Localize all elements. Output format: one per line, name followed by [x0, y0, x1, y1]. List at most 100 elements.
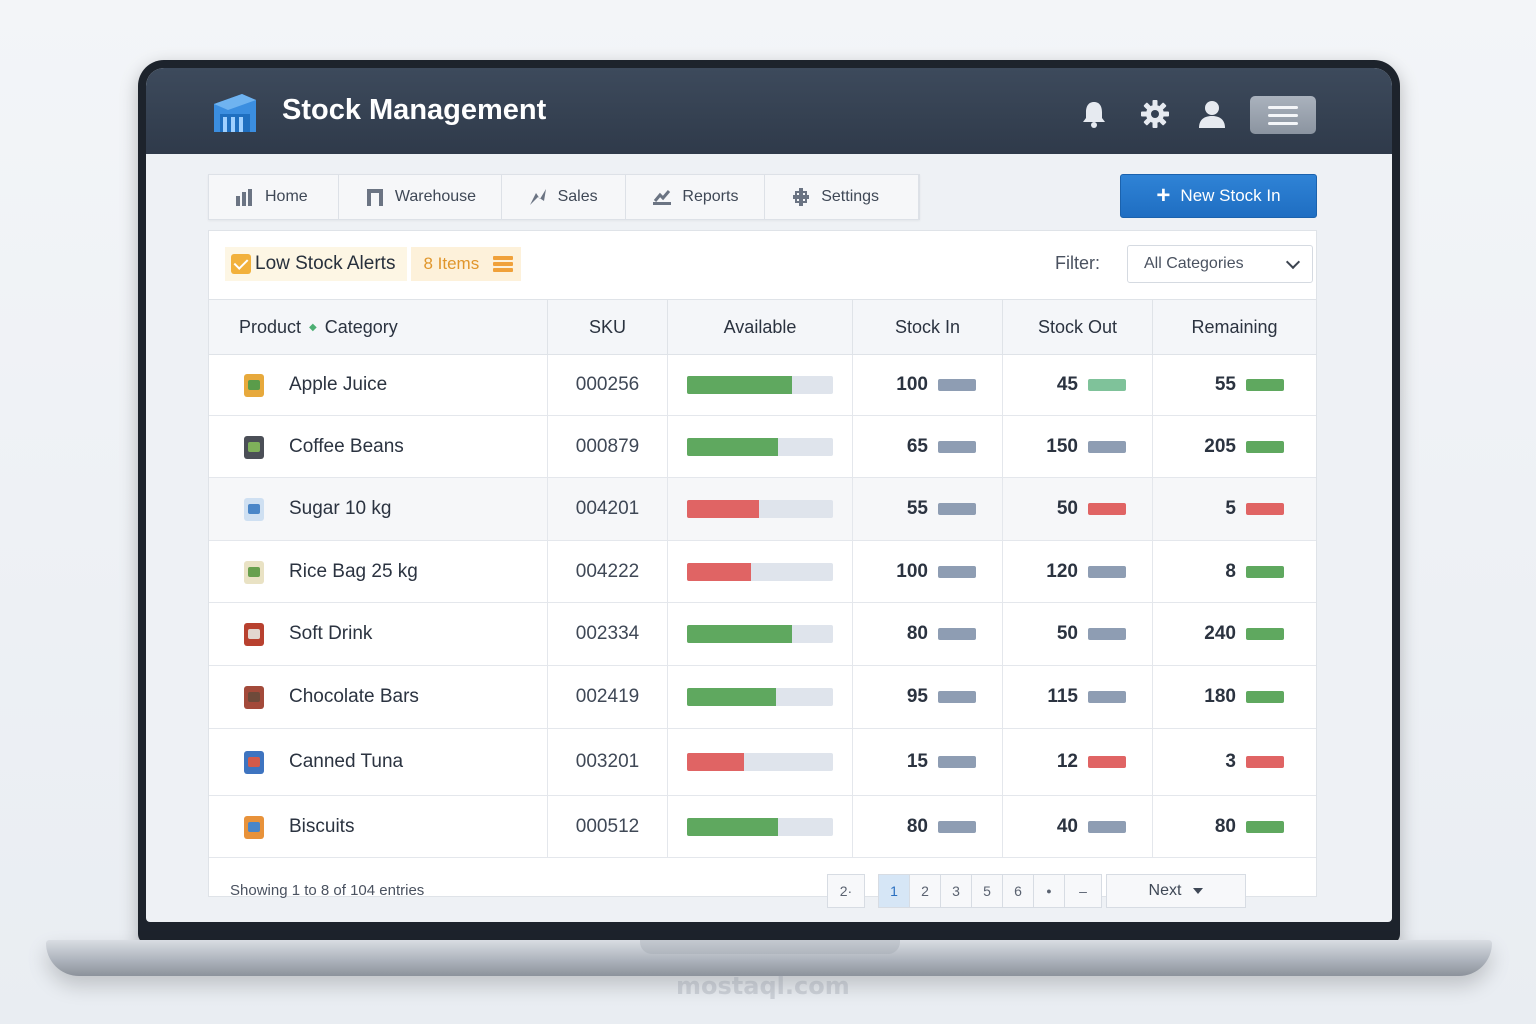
table-row[interactable]: Coffee Beans 000879 65 150 205: [209, 416, 1316, 478]
stock-in-value: 65: [906, 435, 928, 457]
cell-product: Rice Bag 25 kg: [209, 541, 548, 602]
alert-count-badge[interactable]: 8 Items: [411, 247, 522, 281]
cell-stock-out: 120: [1003, 541, 1153, 602]
first-page-button[interactable]: 2·: [827, 874, 865, 908]
cell-sku: 003201: [548, 729, 668, 795]
table-row[interactable]: Soft Drink 002334 80 50 240: [209, 603, 1316, 666]
table-row[interactable]: Biscuits 000512 80 40 80: [209, 796, 1316, 858]
cell-sku: 002334: [548, 603, 668, 665]
stack-icon: [493, 256, 514, 272]
low-stock-alert-label[interactable]: Low Stock Alerts: [225, 247, 408, 281]
menu-icon[interactable]: [1250, 96, 1316, 134]
remaining-value: 3: [1225, 751, 1236, 772]
stock-in-value: 15: [906, 751, 928, 772]
cell-stock-in: 80: [853, 796, 1003, 857]
cell-stock-in: 95: [853, 666, 1003, 728]
user-icon[interactable]: [1196, 98, 1228, 130]
page-button[interactable]: 5: [971, 874, 1003, 908]
remaining-value: 80: [1214, 815, 1236, 837]
stock-out-indicator: [1088, 440, 1126, 453]
page-button[interactable]: 1: [878, 874, 910, 908]
new-stock-in-button[interactable]: + New Stock In: [1120, 174, 1317, 218]
product-name: Canned Tuna: [289, 751, 404, 772]
cell-stock-out: 45: [1003, 355, 1153, 415]
nav-label: Reports: [682, 188, 739, 205]
stock-out-value: 45: [1056, 374, 1078, 395]
page-button[interactable]: 3: [940, 874, 972, 908]
cell-available: [668, 541, 853, 602]
cell-sku: 000512: [548, 796, 668, 857]
new-stock-in-label: New Stock In: [1180, 186, 1281, 205]
cell-sku: 002419: [548, 666, 668, 728]
app-title: Stock Management: [282, 94, 547, 126]
page-button[interactable]: 6: [1002, 874, 1034, 908]
gear-icon[interactable]: [1139, 98, 1171, 130]
page-button[interactable]: 2: [909, 874, 941, 908]
low-stock-alerts[interactable]: Low Stock Alerts 8 Items: [225, 247, 522, 281]
available-bar-fill: [687, 625, 793, 643]
plus-icon: +: [1156, 182, 1171, 209]
table-row[interactable]: Chocolate Bars 002419 95 115 180: [209, 666, 1316, 729]
cell-stock-out: 40: [1003, 796, 1153, 857]
cell-product: Sugar 10 kg: [209, 478, 548, 540]
next-label: Next: [1148, 882, 1182, 899]
stock-out-indicator: [1088, 691, 1126, 703]
stock-out-value: 12: [1056, 751, 1078, 772]
cell-sku: 004222: [548, 541, 668, 602]
cell-remaining: 240: [1153, 603, 1316, 665]
cell-remaining: 80: [1153, 796, 1316, 857]
page-dot-button[interactable]: ●: [1033, 874, 1065, 908]
cell-stock-out: 115: [1003, 666, 1153, 728]
sugar-icon: [244, 498, 264, 521]
drink-icon: [244, 623, 264, 646]
watermark: mostaql.com: [676, 972, 850, 1000]
cell-available: [668, 478, 853, 540]
stock-panel: Low Stock Alerts 8 Items Filter: All Cat…: [208, 230, 1317, 897]
cell-available: [668, 729, 853, 795]
table-row[interactable]: Sugar 10 kg 004201 55 50 5: [209, 478, 1316, 541]
available-bar-fill: [687, 437, 778, 456]
page-ellipsis-button[interactable]: –: [1064, 874, 1102, 908]
available-bar: [687, 688, 833, 706]
cell-available: [668, 666, 853, 728]
cell-product: Apple Juice: [209, 355, 548, 415]
nav-item-reports[interactable]: Reports: [626, 175, 766, 219]
column-header-remaining[interactable]: Remaining: [1153, 300, 1316, 354]
cell-product: Canned Tuna: [209, 729, 548, 795]
stock-out-indicator: [1088, 628, 1126, 640]
column-header-available[interactable]: Available: [668, 300, 853, 354]
column-header-sku[interactable]: SKU: [548, 300, 668, 354]
product-name: Rice Bag 25 kg: [289, 560, 418, 582]
column-header-stock-in[interactable]: Stock In: [853, 300, 1003, 354]
cell-remaining: 180: [1153, 666, 1316, 728]
header-category: Category: [324, 316, 398, 337]
table-row[interactable]: Rice Bag 25 kg 004222 100 120 8: [209, 541, 1316, 603]
biscuits-icon: [244, 815, 264, 839]
bar-chart-icon: [236, 189, 252, 206]
nav-item-settings[interactable]: Settings: [765, 175, 920, 219]
nav-item-sales[interactable]: Sales: [502, 175, 627, 219]
table-row[interactable]: Canned Tuna 003201 15 12 3: [209, 729, 1316, 796]
stock-out-value: 50: [1056, 498, 1078, 519]
remaining-indicator: [1246, 628, 1284, 640]
stock-out-value: 115: [1047, 686, 1078, 707]
next-page-button[interactable]: Next: [1106, 874, 1246, 908]
stock-out-value: 120: [1046, 560, 1078, 582]
product-name: Apple Juice: [289, 374, 388, 395]
nav-item-home[interactable]: Home: [209, 175, 339, 219]
column-header-stock-out[interactable]: Stock Out: [1003, 300, 1153, 354]
table-header: Product ◆ Category SKU Available Stock I…: [209, 299, 1316, 355]
bell-icon[interactable]: [1078, 98, 1110, 130]
cell-stock-in: 100: [853, 541, 1003, 602]
available-bar-fill: [687, 753, 744, 771]
cell-sku: 000256: [548, 355, 668, 415]
category-filter-select[interactable]: All Categories: [1127, 245, 1313, 283]
column-header-product[interactable]: Product ◆ Category: [209, 300, 548, 354]
table-row[interactable]: Apple Juice 000256 100 45 55: [209, 355, 1316, 416]
nav-item-warehouse[interactable]: Warehouse: [339, 175, 502, 219]
remaining-value: 205: [1204, 435, 1236, 457]
available-bar-fill: [687, 500, 759, 518]
cell-sku: 000879: [548, 416, 668, 477]
cell-remaining: 5: [1153, 478, 1316, 540]
cell-available: [668, 796, 853, 857]
